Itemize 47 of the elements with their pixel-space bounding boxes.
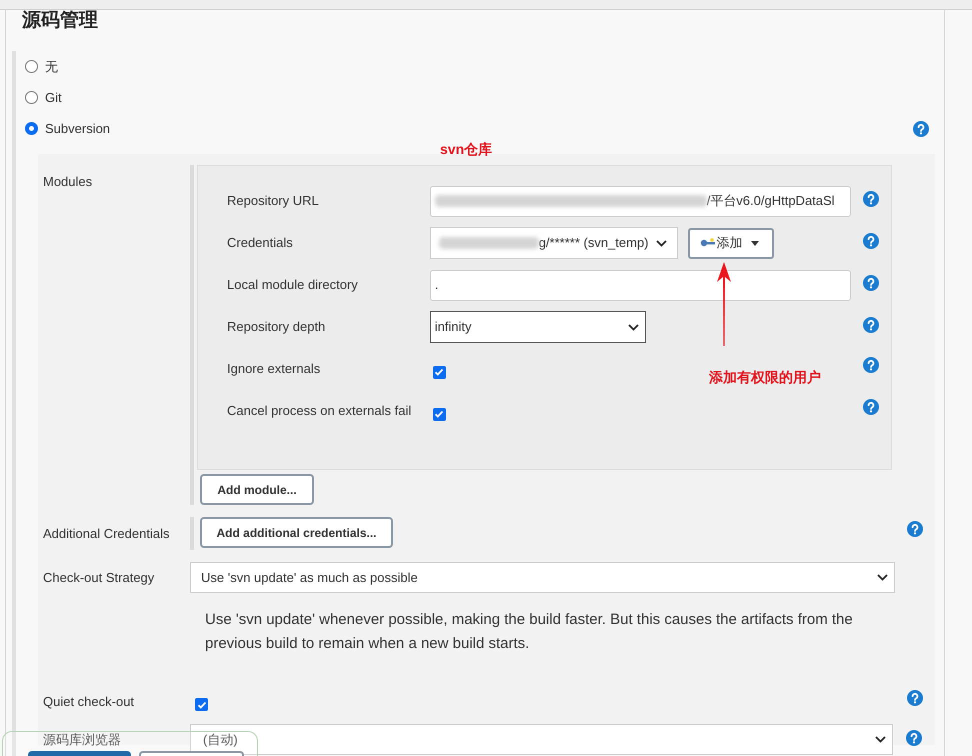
field-label: Repository URL: [227, 193, 319, 208]
select-field[interactable]: infinity: [430, 311, 646, 343]
checkbox[interactable]: [432, 366, 446, 378]
field-label: Check-out Strategy: [43, 570, 154, 584]
chevron-down-icon: [875, 736, 886, 743]
field-label: Additional Credentials: [43, 526, 170, 540]
chevron-down-icon: [656, 240, 667, 246]
field-label: Repository depth: [227, 319, 326, 334]
help-icon[interactable]: [907, 520, 923, 536]
help-icon[interactable]: [863, 275, 880, 291]
field-label: Credentials: [227, 235, 293, 250]
annotation-text: 添加有权限的用户: [709, 368, 821, 387]
help-icon[interactable]: [863, 357, 880, 373]
checkbox[interactable]: [432, 408, 446, 420]
chevron-down-icon: [628, 324, 639, 330]
help-icon[interactable]: [906, 730, 922, 746]
section-heading: 源码管理: [22, 10, 98, 32]
help-icon[interactable]: [863, 317, 880, 333]
field-label: Quiet check-out: [43, 694, 134, 709]
annotation-text: svn仓库: [440, 140, 492, 159]
help-icon[interactable]: [863, 191, 880, 207]
field-label: Cancel process on externals fail: [227, 403, 412, 418]
radio-option[interactable]: Subversion: [25, 118, 110, 138]
radio-option[interactable]: Git: [25, 88, 62, 108]
caret-icon: [750, 240, 759, 246]
field-label: Local module directory: [227, 277, 358, 292]
select-field[interactable]: Use 'svn update' as much as possible: [190, 562, 895, 593]
help-text: Use 'svn update' whenever possible, making the build faster. But this causes the artifacts from the previous build to remain when a new build starts.: [205, 610, 854, 654]
select-field[interactable]: (自动): [190, 724, 893, 755]
field-label: Ignore externals: [227, 361, 320, 376]
add-module-button[interactable]: Add module...: [200, 474, 314, 505]
arrow-icon: [716, 262, 732, 346]
help-icon[interactable]: [907, 690, 923, 706]
input-field[interactable]: /平台v6.0/gHttpDataSl: [430, 186, 852, 216]
key-icon: [700, 238, 716, 248]
radio-option[interactable]: 无: [25, 56, 58, 76]
help-icon[interactable]: [913, 120, 929, 136]
field-label: Modules: [43, 174, 92, 189]
help-icon[interactable]: [863, 233, 880, 249]
add-button[interactable]: 添加: [688, 228, 774, 258]
chevron-down-icon: [877, 574, 888, 581]
input-field[interactable]: .: [430, 270, 852, 300]
help-icon[interactable]: [863, 399, 880, 415]
add-credentials-button[interactable]: Add additional credentials...: [200, 517, 393, 548]
select-field[interactable]: g/****** (svn_temp): [430, 227, 678, 259]
field-label: 源码库浏览器: [43, 732, 121, 746]
checkbox[interactable]: [195, 698, 208, 711]
